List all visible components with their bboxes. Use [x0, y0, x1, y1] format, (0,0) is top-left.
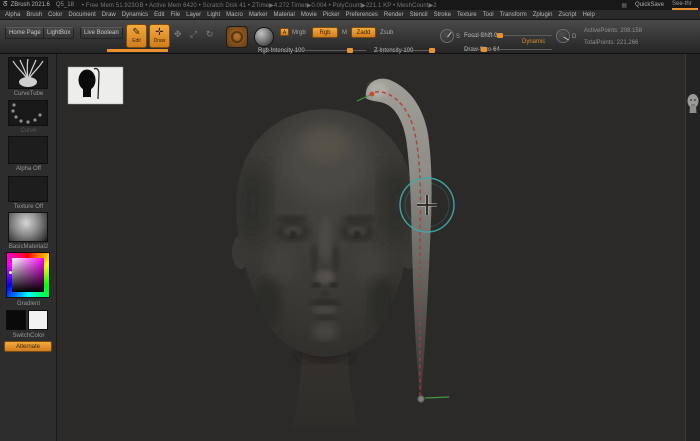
menu-item[interactable]: Movie	[301, 12, 317, 18]
see-through-label: See-thr	[672, 1, 692, 7]
menu-item[interactable]: Tool	[483, 12, 494, 18]
stroke-name-label: Curve	[0, 128, 57, 134]
left-shelf: CurveTube Curve Alpha Off Texture Off Ba…	[0, 54, 57, 441]
quicksave-button[interactable]: QuickSave	[635, 2, 664, 8]
brush-thumbnail[interactable]	[8, 57, 48, 89]
color-picker-gradient[interactable]	[12, 258, 44, 292]
right-shelf	[685, 54, 700, 441]
menu-item[interactable]: Preferences	[346, 12, 378, 18]
m-toggle[interactable]: M	[342, 30, 347, 36]
menu-item[interactable]: Light	[207, 12, 220, 18]
live-boolean-button[interactable]: Live Boolean	[80, 27, 123, 39]
z-intensity-slider[interactable]: Z Intensity 100	[374, 39, 436, 51]
active-mode-strip	[107, 49, 168, 52]
menu-item[interactable]: Zplugin	[533, 12, 553, 18]
texture-thumbnail[interactable]	[8, 176, 48, 202]
main-color-swatch[interactable]	[6, 310, 26, 330]
edit-label: Edit	[132, 39, 141, 44]
mrgb-toggle[interactable]: Mrgb	[292, 30, 306, 36]
rgb-intensity-slider[interactable]: Rgb Intensity 100	[258, 39, 366, 51]
gradient-label[interactable]: Gradient	[0, 301, 57, 307]
menu-item[interactable]: Document	[68, 12, 95, 18]
menu-item[interactable]: Alpha	[5, 12, 20, 18]
menu-item[interactable]: Color	[48, 12, 62, 18]
secondary-color-swatch[interactable]	[28, 310, 48, 330]
curve-end-point[interactable]	[418, 396, 424, 402]
canvas-preview-thumbnail[interactable]	[68, 67, 123, 104]
scale-tool-icon[interactable]: ⤢	[190, 30, 197, 39]
menu-item[interactable]: Help	[582, 12, 594, 18]
brush-ring-icon	[231, 31, 243, 43]
draw-size-dial[interactable]	[556, 29, 570, 43]
alternate-button[interactable]: Alternate	[4, 341, 52, 352]
app-title: ZBrush 2021.6	[11, 2, 50, 8]
total-points-readout: TotalPoints: 221.266	[584, 40, 638, 46]
memory-stats: • Free Mem 51.923GB • Active Mem 6420 • …	[82, 2, 437, 9]
menu-item[interactable]: Marker	[249, 12, 268, 18]
edit-icon: ✎	[132, 28, 140, 38]
menu-item[interactable]: Stroke	[434, 12, 451, 18]
current-brush-thumbnail[interactable]	[226, 26, 248, 48]
menu-item[interactable]: Stencil	[410, 12, 428, 18]
zadd-toggle[interactable]: Zadd	[351, 27, 376, 38]
curvetube-brush-icon	[9, 58, 47, 88]
edit-button[interactable]: ✎ Edit	[126, 24, 147, 48]
menu-item[interactable]: Draw	[102, 12, 116, 18]
zbrush-logo-icon: ᘔ	[3, 1, 8, 9]
move-tool-icon[interactable]: ✥	[174, 30, 182, 39]
draw-size-handle[interactable]	[481, 47, 487, 52]
see-through-slider[interactable]: See-thr	[672, 1, 698, 10]
z-intensity-handle[interactable]	[429, 48, 435, 53]
viewport-canvas[interactable]	[57, 54, 685, 441]
top-toolbar: Home Page LightBox Live Boolean ✎ Edit ✛…	[0, 20, 700, 54]
menu-item[interactable]: Transform	[500, 12, 527, 18]
brush-name-label: CurveTube	[0, 91, 57, 97]
color-picker[interactable]	[6, 252, 50, 298]
active-points-readout: ActivePoints: 208.158	[584, 28, 642, 34]
draw-move-icon: ✛	[155, 28, 163, 38]
scene	[57, 54, 685, 441]
menu-item[interactable]: Macro	[226, 12, 243, 18]
focal-shift-dial[interactable]	[440, 29, 454, 43]
zsub-toggle[interactable]: Zsub	[380, 30, 393, 36]
draw-button[interactable]: ✛ Draw	[149, 24, 170, 48]
curve-stroke-icon	[9, 101, 47, 125]
tool-head-thumbnail[interactable]	[686, 87, 700, 127]
menu-item[interactable]: Texture	[457, 12, 477, 18]
menu-bar: Alpha Brush Color Document Draw Dynamics Edit F…	[0, 10, 700, 20]
s-dial-letter: S	[456, 34, 460, 40]
menu-item[interactable]: Material	[274, 12, 295, 18]
draw-label: Draw	[154, 39, 166, 44]
rotate-tool-icon[interactable]: ↻	[206, 30, 214, 39]
stroke-thumbnail[interactable]	[8, 100, 48, 126]
menu-item[interactable]: Render	[384, 12, 404, 18]
anchor-toggle[interactable]: A	[280, 28, 289, 36]
alpha-label: Alpha Off	[0, 166, 57, 172]
document-name: Q5_18	[56, 2, 74, 8]
layout-grid-icon[interactable]: ▦	[621, 2, 627, 9]
home-page-button[interactable]: Home Page	[5, 27, 45, 39]
rgb-toggle[interactable]: Rgb	[312, 27, 338, 38]
focal-shift-slider[interactable]: Focal Shift 0	[464, 24, 552, 36]
menu-item[interactable]: Dynamics	[122, 12, 148, 18]
material-name-label: BasicMaterial2	[0, 244, 57, 250]
color-picker-cursor	[9, 271, 12, 274]
lightbox-button[interactable]: LightBox	[43, 27, 74, 39]
texture-label: Texture Off	[0, 204, 57, 210]
menu-item[interactable]: Brush	[26, 12, 42, 18]
title-bar: ᘔ ZBrush 2021.6 Q5_18 • Free Mem 51.923G…	[0, 0, 700, 10]
material-thumbnail[interactable]	[8, 212, 48, 242]
curve-start-point[interactable]	[370, 92, 375, 97]
menu-item[interactable]: File	[170, 12, 180, 18]
menu-item[interactable]: Edit	[154, 12, 164, 18]
rgb-intensity-handle[interactable]	[347, 48, 353, 53]
switchcolor-label[interactable]: SwitchColor	[0, 333, 57, 339]
alpha-thumbnail[interactable]	[8, 136, 48, 164]
menu-item[interactable]: Zscript	[558, 12, 576, 18]
menu-item[interactable]: Picker	[323, 12, 340, 18]
d-dial-letter: D	[572, 34, 576, 40]
dynamic-toggle[interactable]: Dynamic	[522, 39, 545, 45]
menu-item[interactable]: Layer	[186, 12, 201, 18]
